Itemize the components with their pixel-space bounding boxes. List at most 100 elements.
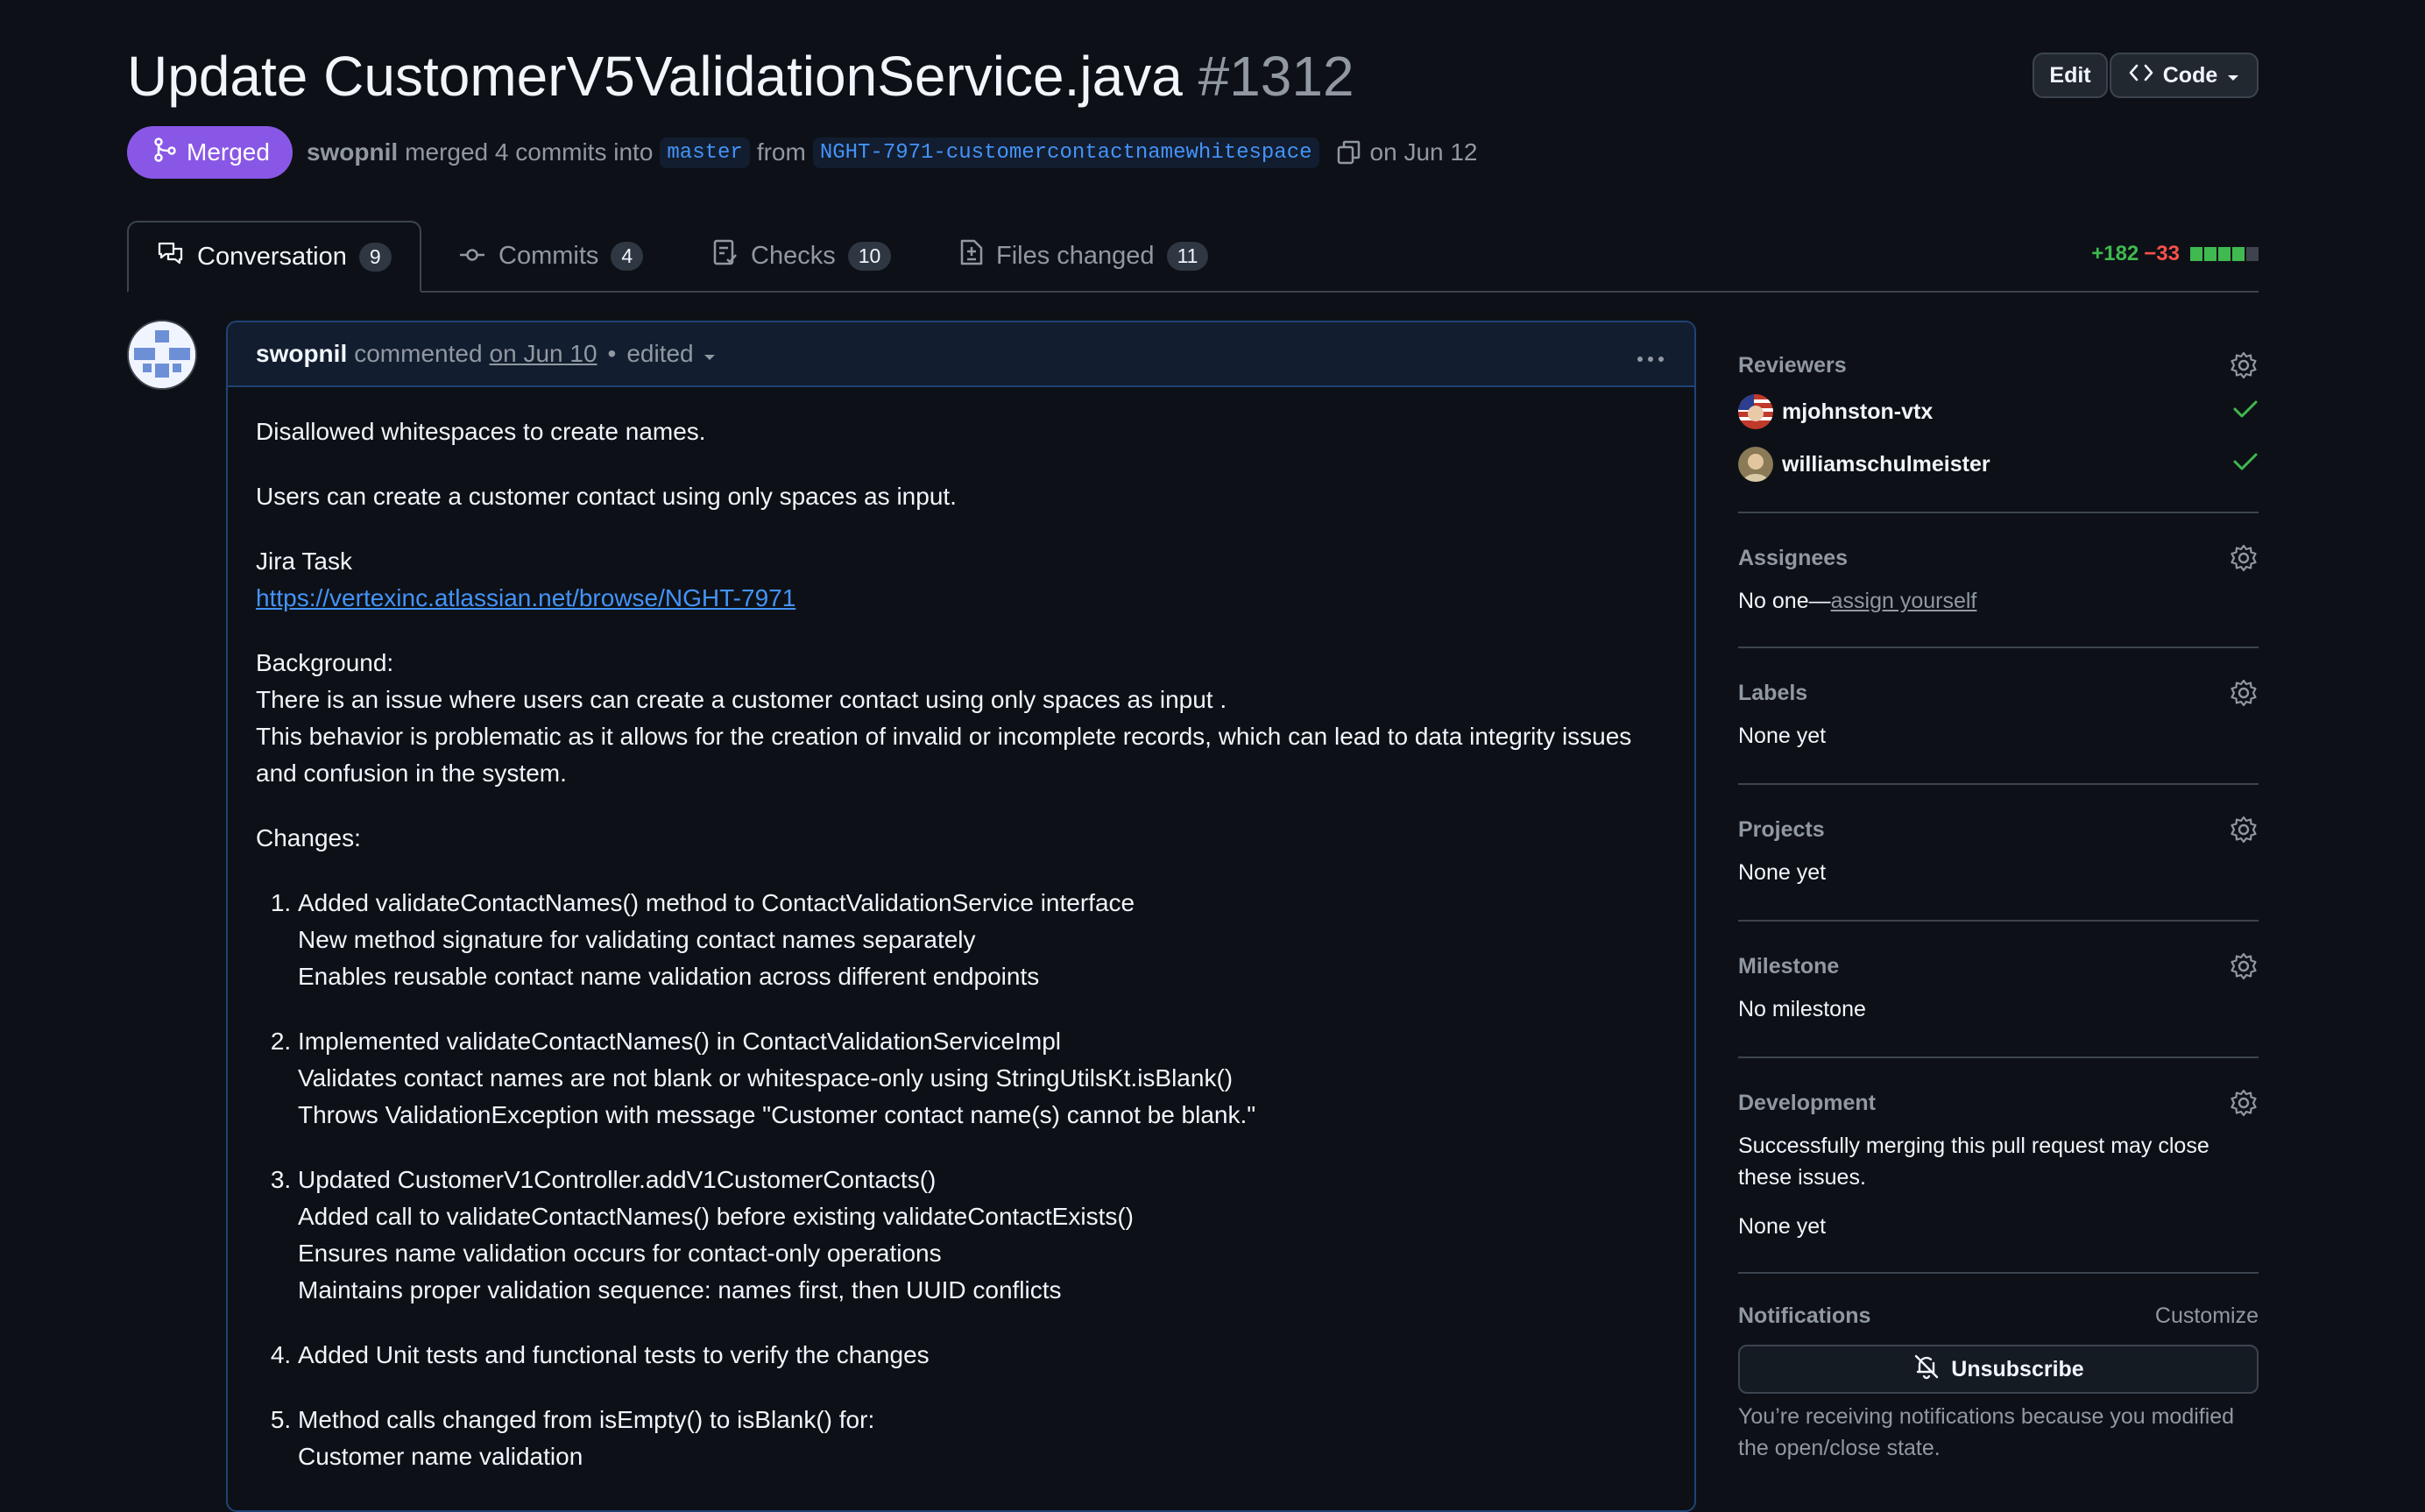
development-title: Development (1738, 1090, 1876, 1115)
labels-value: None yet (1738, 724, 1827, 748)
code-button[interactable]: Code (2110, 53, 2259, 98)
head-branch[interactable]: NGHT-7971-customercontactnamewhitespace (812, 137, 1319, 168)
change-item: Updated CustomerV1Controller.addV1Custom… (298, 1162, 1666, 1309)
reviewer-row[interactable]: williamschulmeister (1738, 438, 2259, 491)
tab-checks-label: Checks (751, 241, 836, 270)
code-button-label: Code (2162, 62, 2218, 88)
change-line: Ensures name validation occurs for conta… (298, 1240, 942, 1267)
tab-conversation[interactable]: Conversation 9 (127, 221, 421, 293)
pr-author-link[interactable]: swopnil (307, 138, 398, 166)
comment-author[interactable]: swopnil (256, 340, 347, 368)
checklist-icon (712, 238, 739, 273)
assignees-value: No one—assign yourself (1738, 585, 2259, 617)
background-title: Background: (256, 649, 394, 676)
assignees-header[interactable]: Assignees (1738, 513, 2259, 573)
reviewer-avatar (1738, 447, 1773, 482)
milestone-section: Milestone No milestone (1738, 922, 2259, 1058)
from-text: from (756, 138, 806, 166)
tab-commits-count: 4 (611, 241, 644, 271)
change-item: Added validateContactNames() method to C… (298, 885, 1666, 995)
change-line: Updated CustomerV1Controller.addV1Custom… (298, 1166, 937, 1193)
assignees-none: No one— (1738, 589, 1831, 613)
merge-text: merged 4 commits into (405, 138, 654, 166)
check-icon (2232, 451, 2259, 478)
pr-title-text: Update CustomerV5ValidationService.java (127, 45, 1183, 108)
diffstat-deletions: −33 (2144, 242, 2180, 265)
merged-badge: Merged (127, 126, 293, 179)
changes-title: Changes: (256, 824, 361, 851)
copy-icon[interactable] (1335, 138, 1363, 166)
diffstat-block (2218, 247, 2231, 261)
pr-title: Update CustomerV5ValidationService.java … (127, 44, 1354, 109)
edited-label: edited (626, 340, 694, 367)
development-header[interactable]: Development (1738, 1058, 2259, 1118)
reviewer-row[interactable]: mjohnston-vtx (1738, 385, 2259, 438)
edited-dropdown[interactable]: edited (626, 340, 716, 368)
reviewers-header[interactable]: Reviewers (1738, 321, 2259, 380)
pr-meta: Merged swopnil merged 4 commits into mas… (127, 126, 1478, 179)
notifications-reason: You’re receiving notifications because y… (1738, 1404, 2235, 1460)
gear-icon[interactable] (2229, 1088, 2259, 1118)
background-block: Background: There is an issue where user… (256, 645, 1666, 792)
change-line: Method calls changed from isEmpty() to i… (298, 1406, 875, 1433)
gear-icon[interactable] (2229, 543, 2259, 573)
git-commit-icon (458, 242, 486, 271)
base-branch[interactable]: master (660, 137, 750, 168)
reviewers-title: Reviewers (1738, 352, 1847, 378)
tab-checks-count: 10 (847, 241, 892, 271)
change-item: Method calls changed from isEmpty() to i… (298, 1402, 1666, 1475)
jira-link[interactable]: https://vertexinc.atlassian.net/browse/N… (256, 584, 795, 611)
gear-icon[interactable] (2229, 815, 2259, 844)
change-line: Throws ValidationException with message … (298, 1101, 1256, 1128)
change-item: Implemented validateContactNames() in Co… (298, 1023, 1666, 1134)
projects-title: Projects (1738, 816, 1825, 842)
bell-slash-icon (1912, 1353, 1941, 1387)
tab-files-changed[interactable]: Files changed 11 (959, 221, 1209, 291)
notifications-title: Notifications (1738, 1304, 1871, 1328)
projects-header[interactable]: Projects (1738, 785, 2259, 844)
tab-files-changed-count: 11 (1166, 241, 1209, 271)
tab-checks[interactable]: Checks 10 (712, 221, 892, 291)
labels-header[interactable]: Labels (1738, 648, 2259, 708)
background-line: There is an issue where users can create… (256, 686, 1227, 713)
background-line: This behavior is problematic as it allow… (256, 723, 1632, 787)
change-line: Implemented validateContactNames() in Co… (298, 1028, 1061, 1055)
tab-conversation-count: 9 (358, 242, 392, 272)
check-icon (2232, 399, 2259, 426)
diffstat: +182 −33 (2091, 242, 2259, 266)
merge-date: on Jun 12 (1369, 138, 1478, 166)
notifications-header: Notifications Customize (1738, 1304, 2259, 1329)
gear-icon[interactable] (2229, 678, 2259, 708)
unsubscribe-button[interactable]: Unsubscribe (1738, 1345, 2259, 1394)
development-description: Successfully merging this pull request m… (1738, 1134, 2209, 1190)
comment-paragraph: Disallowed whitespaces to create names. (256, 418, 706, 445)
change-line: Validates contact names are not blank or… (298, 1064, 1234, 1092)
assign-yourself-link[interactable]: assign yourself (1831, 589, 1977, 613)
diffstat-block (2232, 247, 2245, 261)
change-line: Enables reusable contact name validation… (298, 963, 1040, 990)
comment-action: commented (354, 340, 483, 367)
pr-sidebar: Reviewers mjohnston-vtx williamschulmeis… (1738, 321, 2259, 1464)
separator-dot: • (607, 340, 617, 367)
changes-list: Added validateContactNames() method to C… (256, 885, 1666, 1475)
customize-link[interactable]: Customize (2155, 1304, 2259, 1329)
tab-commits[interactable]: Commits 4 (458, 221, 644, 291)
pr-description-comment: swopnil commented on Jun 10 • edited Dis… (226, 321, 1696, 1512)
caret-down-icon (2226, 63, 2240, 88)
unsubscribe-label: Unsubscribe (1951, 1356, 2084, 1381)
jira-label: Jira Task (256, 548, 352, 575)
tab-files-changed-label: Files changed (996, 241, 1155, 270)
reviewer-name: williamschulmeister (1782, 451, 1990, 477)
reviewers-section: Reviewers mjohnston-vtx williamschulmeis… (1738, 321, 2259, 513)
development-section: Development Successfully merging this pu… (1738, 1058, 2259, 1274)
diffstat-block (2246, 247, 2259, 261)
commenter-avatar[interactable] (127, 320, 197, 390)
edit-button[interactable]: Edit (2033, 53, 2108, 98)
kebab-horizontal-icon[interactable] (1635, 337, 1666, 371)
comment-date[interactable]: on Jun 10 (490, 340, 597, 368)
code-icon (2128, 62, 2154, 89)
milestone-header[interactable]: Milestone (1738, 922, 2259, 981)
merged-badge-label: Merged (187, 138, 270, 166)
gear-icon[interactable] (2229, 350, 2259, 380)
gear-icon[interactable] (2229, 951, 2259, 981)
